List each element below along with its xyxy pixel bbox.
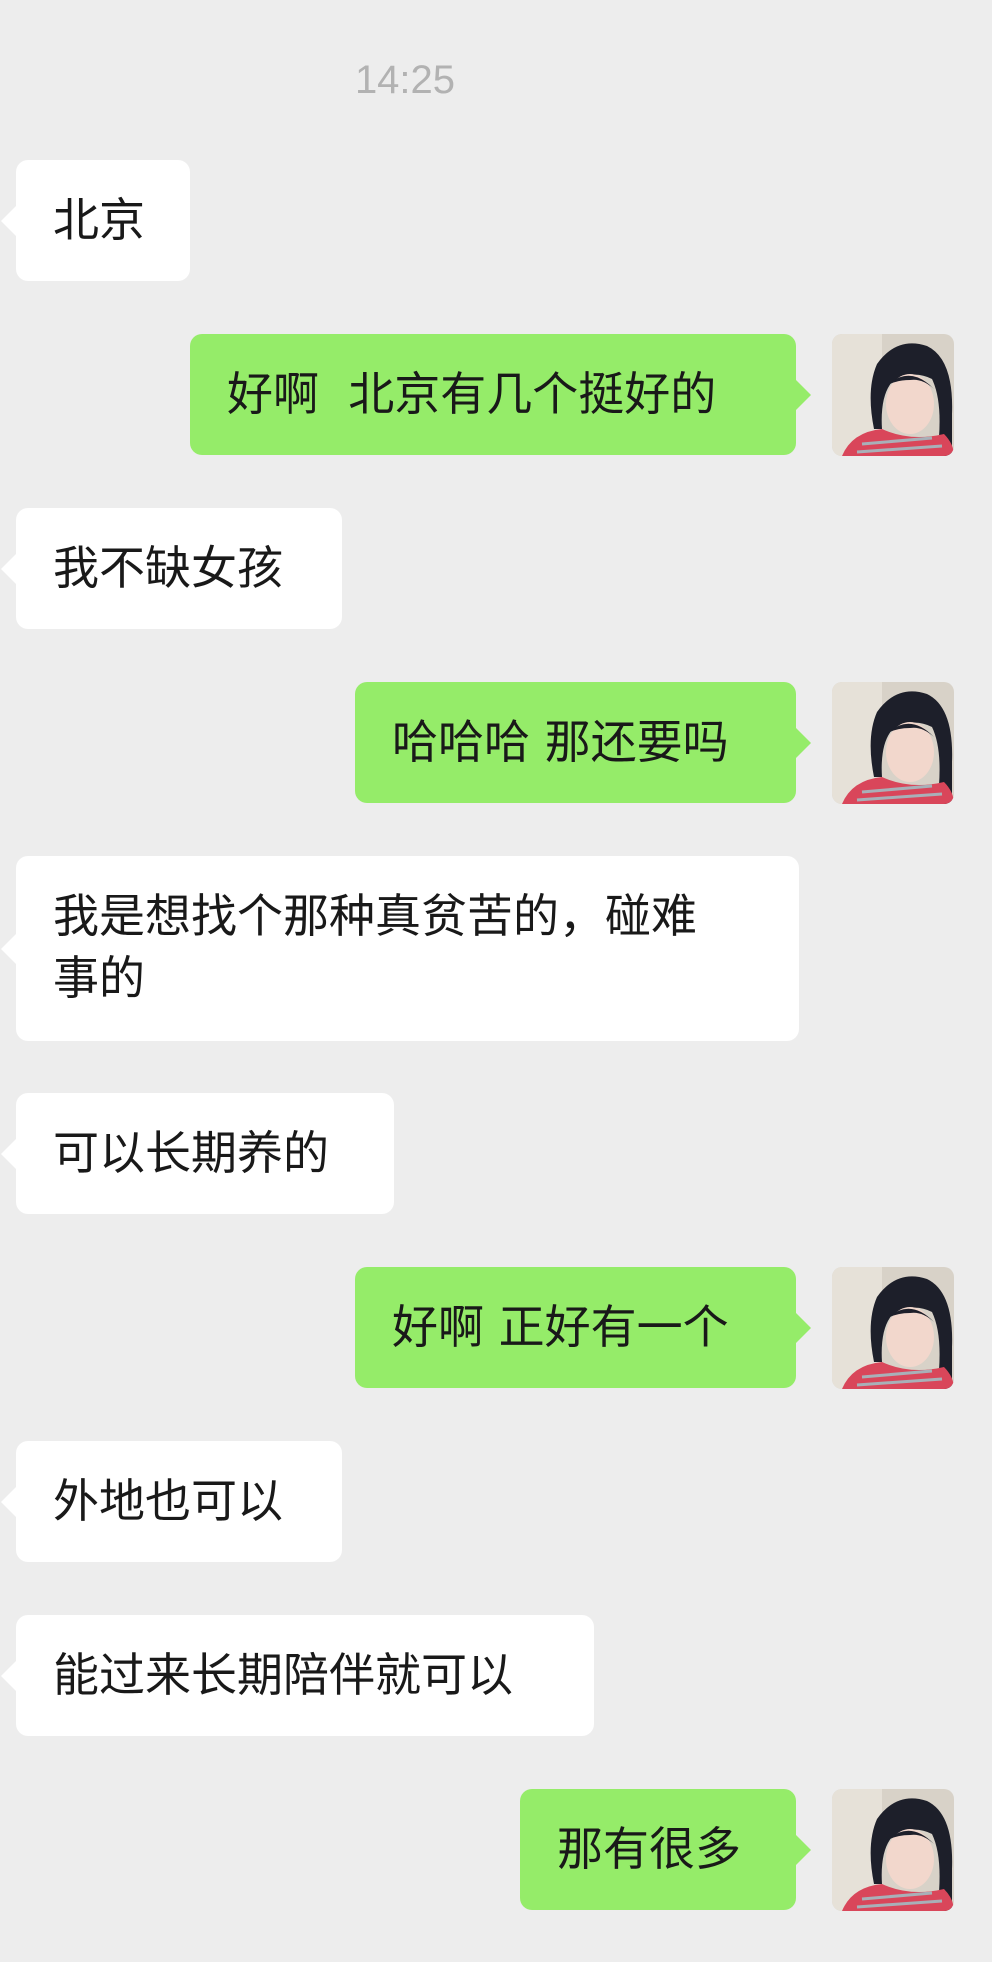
sender-avatar[interactable] <box>832 1267 954 1389</box>
incoming-message-bubble[interactable]: 北京 <box>1 160 190 281</box>
sender-avatar[interactable] <box>832 1789 954 1911</box>
sender-avatar[interactable] <box>832 682 954 804</box>
incoming-message-bubble[interactable]: 外地也可以 <box>1 1441 342 1562</box>
chat-timestamp: 14:25 <box>354 58 456 102</box>
user-avatar-icon <box>832 1267 954 1389</box>
user-avatar-icon <box>832 334 954 456</box>
incoming-message-bubble[interactable]: 能过来长期陪伴就可以 <box>1 1615 594 1736</box>
outgoing-message-bubble[interactable]: 好啊 北京有几个挺好的 <box>190 334 811 455</box>
incoming-message-bubble[interactable]: 我不缺女孩 <box>1 508 342 629</box>
outgoing-message-bubble[interactable]: 哈哈哈 那还要吗 <box>355 682 811 803</box>
user-avatar-icon <box>832 1789 954 1911</box>
sender-avatar[interactable] <box>832 334 954 456</box>
outgoing-message-bubble[interactable]: 好啊 正好有一个 <box>355 1267 811 1388</box>
incoming-message-bubble[interactable]: 可以长期养的 <box>1 1093 394 1214</box>
outgoing-message-bubble[interactable]: 那有很多 <box>520 1789 811 1910</box>
user-avatar-icon <box>832 682 954 804</box>
incoming-message-bubble[interactable]: 我是想找个那种真贫苦的，碰难 事的 <box>1 856 799 1041</box>
